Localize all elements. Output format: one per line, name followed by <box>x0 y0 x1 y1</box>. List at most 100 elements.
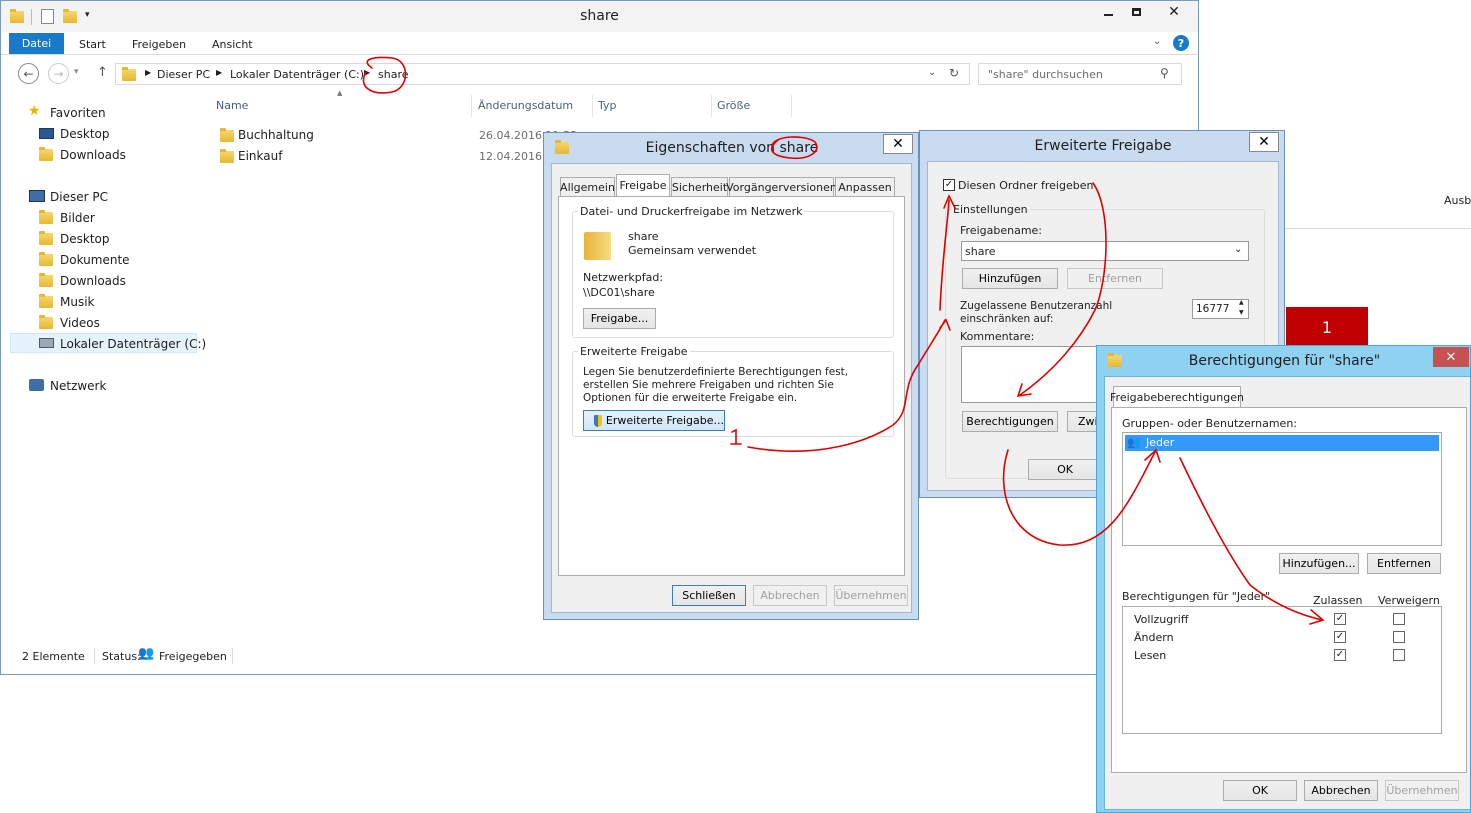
share-name-select[interactable]: share ⌄ <box>961 241 1249 261</box>
advanced-ok-button[interactable]: OK <box>1028 459 1102 480</box>
videos-folder-icon <box>39 315 53 329</box>
network-path-label: Netzwerkpfad: <box>583 271 664 284</box>
column-divider <box>471 95 472 117</box>
remove-user-button[interactable]: Entfernen <box>1367 553 1441 574</box>
permissions-close-button[interactable]: ✕ <box>1433 347 1469 367</box>
help-icon[interactable]: ? <box>1173 35 1189 51</box>
ribbon-expand-icon[interactable]: ⌄ <box>1153 36 1161 47</box>
permissions-for-label: Berechtigungen für "Jeder" <box>1122 590 1271 603</box>
spinner-down-icon[interactable]: ▼ <box>1239 309 1244 316</box>
close-dialog-button[interactable]: Schließen <box>672 585 746 606</box>
user-limit-spinner[interactable]: 16777 ▲ ▼ <box>1192 299 1249 319</box>
spinner-up-icon[interactable]: ▲ <box>1239 299 1244 306</box>
forward-arrow-icon[interactable]: → <box>48 63 69 84</box>
tab-sicherheit[interactable]: Sicherheit <box>671 177 728 196</box>
nav-pc-desktop[interactable]: Desktop <box>60 232 110 246</box>
ribbon-tab-ansicht[interactable]: Ansicht <box>212 38 253 51</box>
up-arrow-icon[interactable]: ↑ <box>97 65 108 80</box>
ribbon-tab-start[interactable]: Start <box>79 38 106 51</box>
nav-pc-downloads[interactable]: Downloads <box>60 274 126 288</box>
share-name-label: Freigabename: <box>960 224 1043 237</box>
ribbon-tab-datei[interactable]: Datei <box>9 33 64 54</box>
back-arrow-icon[interactable]: ← <box>18 63 39 84</box>
share-name: share <box>628 230 659 243</box>
nav-network[interactable]: Netzwerk <box>50 379 106 393</box>
file-name: Buchhaltung <box>238 128 314 142</box>
nav-pc-videos[interactable]: Videos <box>60 316 100 330</box>
tab-freigabe[interactable]: Freigabe <box>616 174 670 196</box>
close-icon: ✕ <box>1168 4 1180 20</box>
allow-change-checkbox[interactable]: ✓ <box>1334 631 1346 643</box>
add-user-button[interactable]: Hinzufügen... <box>1279 553 1359 574</box>
recent-chevron-icon[interactable]: ▾ <box>74 67 79 77</box>
apply-button[interactable]: Übernehmen <box>834 585 908 606</box>
permissions-button[interactable]: Berechtigungen <box>962 411 1058 432</box>
tab-vorgaengerversionen[interactable]: Vorgängerversionen <box>726 177 837 196</box>
advanced-share-group: Erweiterte Freigabe Legen Sie benutzerde… <box>572 345 894 437</box>
address-dropdown-icon[interactable]: ⌄ <box>928 67 936 78</box>
permissions-panel: Gruppen- oder Benutzernamen: 👥 Jeder Hin… <box>1111 407 1467 773</box>
allow-full-control-checkbox[interactable]: ✓ <box>1334 613 1346 625</box>
nav-pc-dokumente[interactable]: Dokumente <box>60 253 130 267</box>
minimize-button[interactable] <box>1095 2 1121 22</box>
address-bar[interactable]: ▶ Dieser PC ▶ Lokaler Datenträger (C:) ▶… <box>115 63 970 85</box>
users-icon: 👥 <box>138 646 155 661</box>
folder-icon <box>220 128 234 142</box>
column-header-size[interactable]: Größe <box>717 99 750 112</box>
refresh-icon[interactable]: ↻ <box>949 66 959 80</box>
remove-share-button[interactable]: Entfernen <box>1067 268 1163 289</box>
downloads-folder-icon <box>39 273 53 287</box>
breadcrumb-local-drive[interactable]: Lokaler Datenträger (C:) <box>230 68 364 81</box>
nav-fav-downloads[interactable]: Downloads <box>60 148 126 162</box>
search-box[interactable]: "share" durchsuchen ⚲ <box>978 63 1182 85</box>
nav-pc-musik[interactable]: Musik <box>60 295 95 309</box>
ribbon-tab-freigeben[interactable]: Freigeben <box>132 38 186 51</box>
tab-anpassen[interactable]: Anpassen <box>835 177 895 196</box>
maximize-button[interactable] <box>1123 2 1149 22</box>
star-icon: ★ <box>28 103 41 119</box>
allow-read-checkbox[interactable]: ✓ <box>1334 649 1346 661</box>
search-icon: ⚲ <box>1160 66 1169 80</box>
add-share-button[interactable]: Hinzufügen <box>962 268 1058 289</box>
cancel-button[interactable]: Abbrechen <box>753 585 827 606</box>
search-placeholder: "share" durchsuchen <box>988 68 1103 81</box>
status-item-count: 2 Elemente <box>22 650 85 663</box>
share-folder-checkbox[interactable]: ✓ <box>943 179 955 191</box>
share-button[interactable]: Freigabe... <box>583 308 656 329</box>
nav-pc-bilder[interactable]: Bilder <box>60 211 95 225</box>
column-header-date[interactable]: Änderungsdatum <box>478 99 573 112</box>
deny-read-checkbox[interactable] <box>1393 649 1405 661</box>
column-header-name[interactable]: Name <box>216 99 248 112</box>
sort-arrow-icon: ▲ <box>337 89 343 97</box>
table-row[interactable]: Einkauf 12.04.2016 12:00 <box>211 146 577 166</box>
breadcrumb-separator: ▶ <box>145 68 152 77</box>
deny-full-control-checkbox[interactable] <box>1393 613 1405 625</box>
groups-listbox[interactable]: 👥 Jeder <box>1122 432 1442 546</box>
permissions-ok-button[interactable]: OK <box>1223 780 1297 801</box>
nav-fav-desktop[interactable]: Desktop <box>60 127 110 141</box>
nav-pc-local-drive-row[interactable]: Lokaler Datenträger (C:) <box>10 333 206 353</box>
tab-share-permissions[interactable]: Freigabeberechtigungen <box>1110 386 1244 408</box>
nav-this-pc[interactable]: Dieser PC <box>50 190 108 204</box>
breadcrumb-share[interactable]: share <box>378 68 409 81</box>
advanced-share-button[interactable]: Erweiterte Freigabe... <box>583 410 725 431</box>
status-divider <box>94 648 95 664</box>
permissions-cancel-button[interactable]: Abbrechen <box>1304 780 1378 801</box>
deny-change-checkbox[interactable] <box>1393 631 1405 643</box>
list-item[interactable]: 👥 Jeder <box>1125 435 1439 451</box>
permissions-title: Berechtigungen für "share" <box>1188 353 1381 369</box>
table-row[interactable]: Buchhaltung 26.04.2016 11:53 <box>211 125 577 145</box>
ribbon-bar: Datei Start Freigeben Ansicht ⌄ ? <box>1 32 1198 55</box>
network-path-value: \\DC01\share <box>583 286 655 299</box>
permission-row-name: Ändern <box>1134 631 1174 644</box>
folder-icon <box>122 67 136 81</box>
nav-favorites[interactable]: Favoriten <box>50 106 106 120</box>
close-button[interactable]: ✕ <box>1153 2 1195 22</box>
advanced-close-button[interactable]: ✕ <box>1249 132 1279 152</box>
advanced-share-label: Erweiterte Freigabe... <box>605 414 724 427</box>
column-header-type[interactable]: Typ <box>598 99 617 112</box>
tab-allgemein[interactable]: Allgemein <box>560 177 615 196</box>
permissions-apply-button[interactable]: Übernehmen <box>1385 780 1459 801</box>
breadcrumb-dieser-pc[interactable]: Dieser PC <box>157 68 210 81</box>
properties-close-button[interactable]: ✕ <box>883 134 913 154</box>
